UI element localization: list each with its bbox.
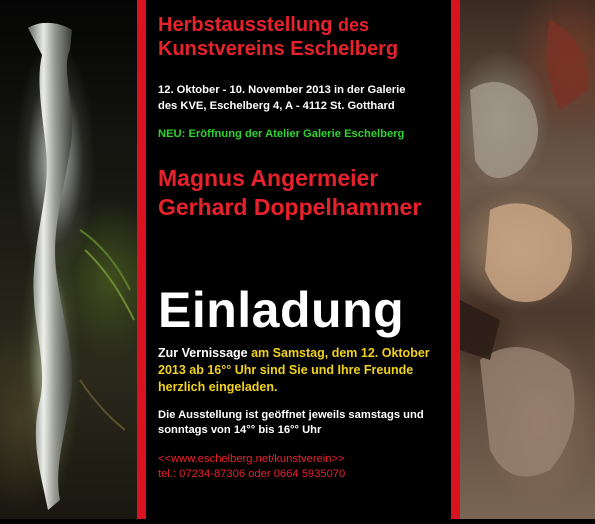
artist-name: Magnus Angermeier (158, 165, 379, 191)
heading-line2: Kunstvereins Eschelberg (158, 38, 399, 60)
invite-part1: Zur Vernissage (158, 346, 252, 360)
page-title: Einladung (158, 282, 405, 338)
painting-illustration (460, 20, 589, 477)
sculpture-illustration (28, 22, 135, 511)
left-red-bar (137, 0, 146, 519)
website-link[interactable]: <<www.eschelberg.net/kunstverein>> (158, 452, 448, 467)
painting-photo (460, 0, 595, 519)
exhibition-heading: Herbstausstellung des Kunstvereins Esche… (158, 13, 448, 61)
opening-hours: Die Ausstellung ist geöffnet jeweils sam… (158, 409, 424, 436)
news-line: NEU: Eröffnung der Atelier Galerie Esche… (158, 128, 405, 140)
dates-line2: des KVE, Eschelberg 4, A - 4112 St. Gott… (158, 100, 395, 112)
artist-name: Gerhard Doppelhammer (158, 194, 422, 220)
exhibition-dates: 12. Oktober - 10. November 2013 in der G… (158, 82, 448, 114)
invitation-text: Zur Vernissage am Samstag, dem 12. Oktob… (158, 345, 448, 396)
heading-line1: Herbstausstellung (158, 14, 333, 36)
heading-line1-suffix: des (338, 15, 370, 35)
contact-info: <<www.eschelberg.net/kunstverein>> tel.:… (158, 452, 448, 482)
sculpture-photo (0, 0, 137, 519)
invitation-panel: Herbstausstellung des Kunstvereins Esche… (146, 0, 451, 519)
dates-line1: 12. Oktober - 10. November 2013 in der G… (158, 84, 406, 96)
phone-numbers: tel.: 07234-87306 oder 0664 5935070 (158, 468, 346, 480)
right-red-bar (451, 0, 460, 519)
